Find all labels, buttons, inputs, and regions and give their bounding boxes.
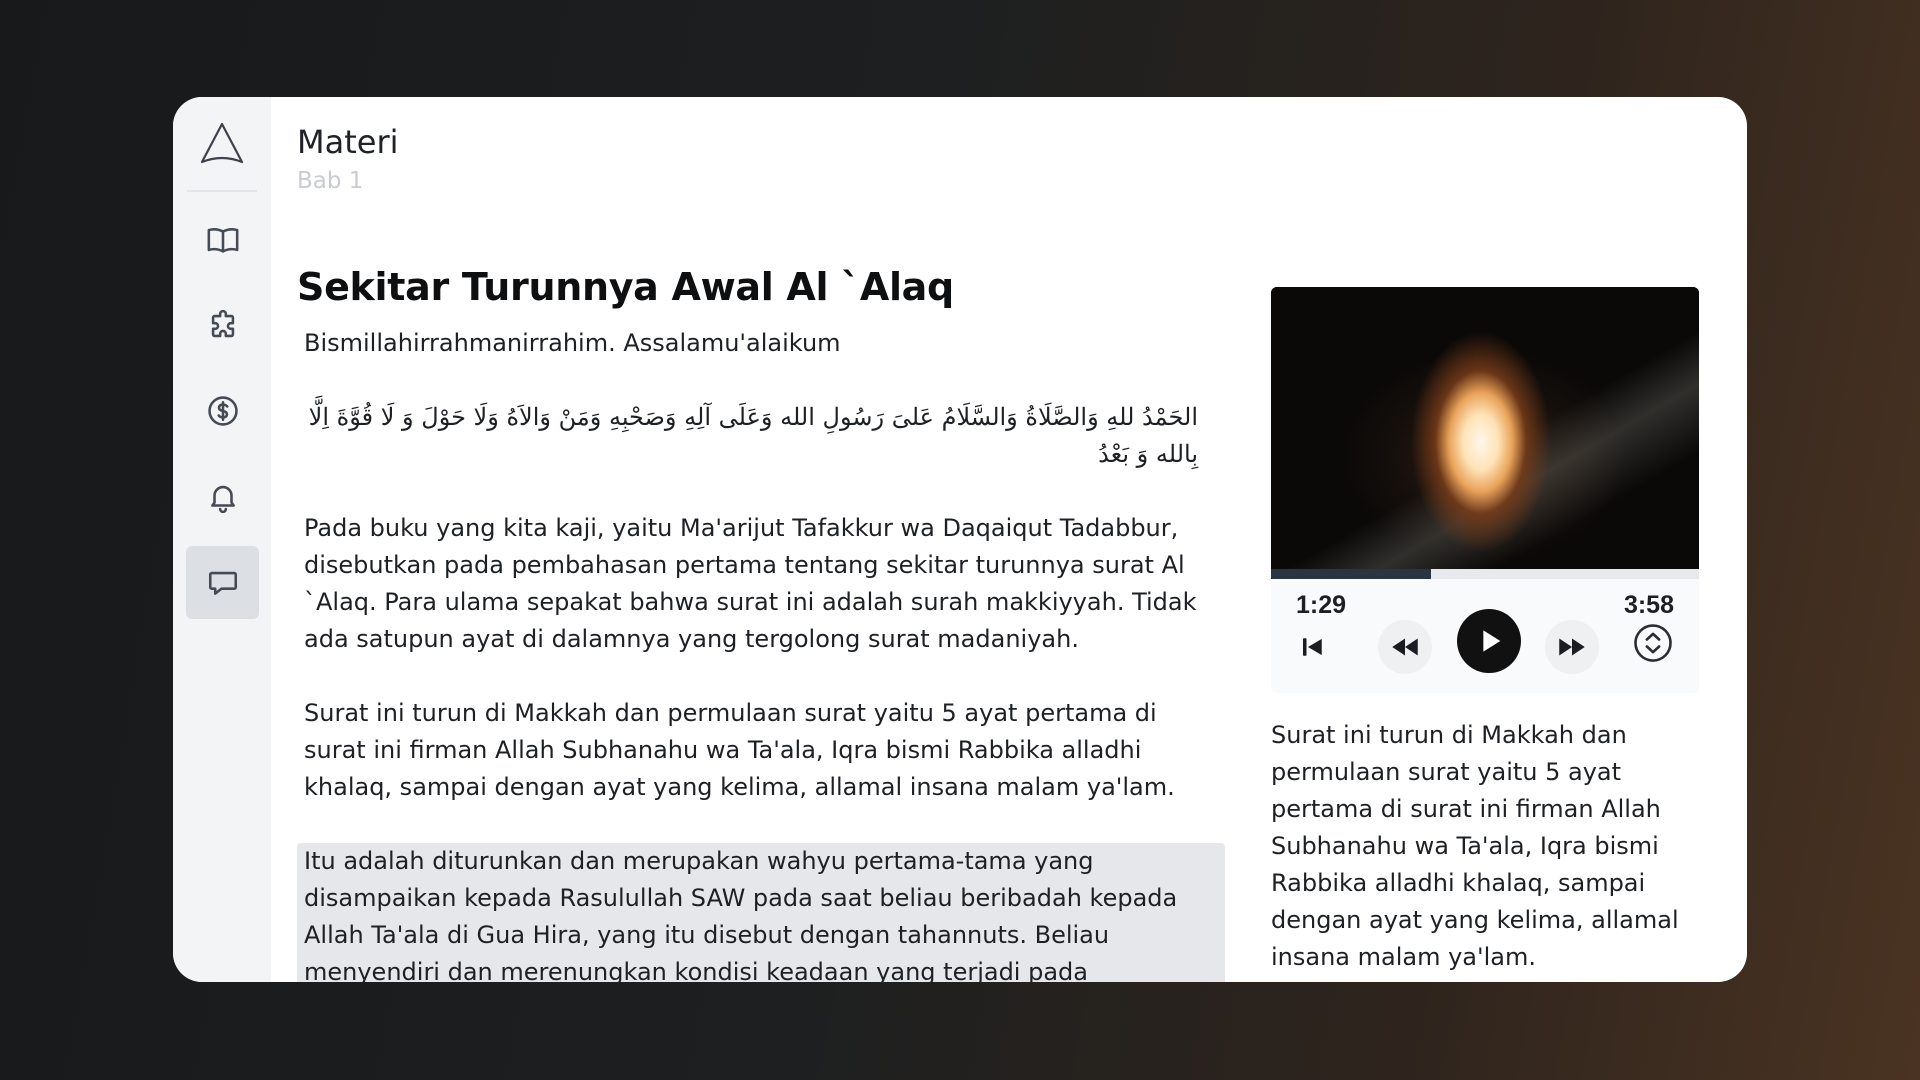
expand-icon [1634,624,1672,662]
chat-bubble-icon [208,571,237,595]
app-window: Materi Bab 1 Sekitar Turunnya Awal Al `A… [173,97,1747,982]
page-title: Materi [297,123,399,161]
puzzle-icon [211,309,234,337]
dollar-circle-icon [207,395,238,426]
progress-bar[interactable] [1271,569,1699,579]
cave-light-image[interactable] [1271,287,1699,569]
sidebar-divider [187,190,257,192]
current-time: 1:29 [1296,591,1347,619]
duration: 3:58 [1623,591,1674,619]
article-paragraph: Pada buku yang kita kaji, yaitu Ma'ariju… [304,514,1197,653]
media-description: Surat ini turun di Makkah dan permulaan … [1271,721,1679,971]
arrow-logo-icon [200,122,244,163]
skip-back-icon [1303,638,1322,656]
fast-forward-icon [1559,638,1585,656]
expand-button[interactable] [1631,621,1675,665]
page-subtitle: Bab 1 [297,168,364,194]
sidebar-item-puzzle[interactable] [186,289,259,362]
progress-fill [1271,569,1431,579]
article-arabic-text: الحَمْدُ للهِ وَالصَّلَاةُ وَالسَّلَامُ … [308,403,1198,468]
skip-back-button[interactable] [1293,627,1333,667]
book-open-icon [207,227,238,253]
play-button[interactable] [1457,609,1521,673]
sidebar-item-dollar[interactable] [186,374,259,447]
play-icon [1483,630,1501,652]
logo[interactable] [173,97,271,190]
article-highlighted-paragraph[interactable]: Itu adalah diturunkan dan merupakan wahy… [297,843,1225,982]
sidebar [173,97,271,982]
article-greeting: Bismillahirrahmanirrahim. Assalamu'alaik… [304,329,841,357]
rewind-icon [1392,638,1418,656]
article-title: Sekitar Turunnya Awal Al `Alaq [297,265,954,309]
rewind-button[interactable] [1378,620,1432,674]
media-player: 1:29 3:58 [1271,287,1699,693]
bell-icon [210,485,235,513]
fast-forward-button[interactable] [1545,620,1599,674]
sidebar-item-bell[interactable] [186,460,259,533]
article: Sekitar Turunnya Awal Al `Alaq Bismillah… [297,265,1225,982]
article-paragraph: Surat ini turun di Makkah dan permulaan … [304,699,1175,801]
sidebar-item-chat[interactable] [186,546,259,619]
sidebar-item-book[interactable] [186,203,259,276]
